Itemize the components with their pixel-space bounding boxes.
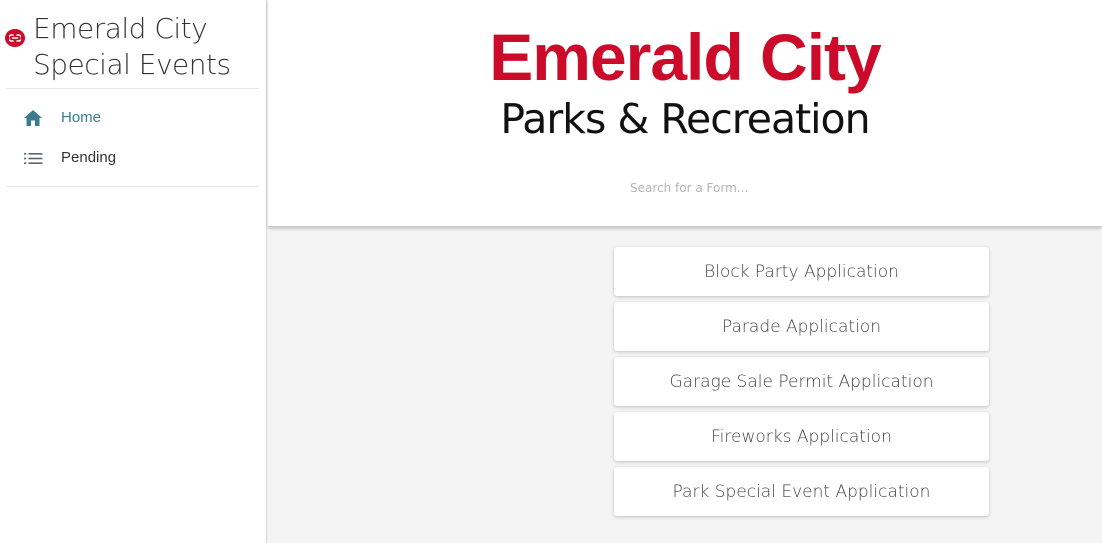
block-party-application-button[interactable]: Block Party Application bbox=[614, 247, 989, 296]
sidebar-item-label: Home bbox=[61, 109, 102, 126]
form-list: Block Party Application Parade Applicati… bbox=[614, 247, 989, 522]
sidebar-item-home[interactable]: Home bbox=[0, 98, 267, 138]
home-icon bbox=[23, 108, 43, 128]
sidebar-item-label: Pending bbox=[61, 149, 117, 166]
fireworks-application-button[interactable]: Fireworks Application bbox=[614, 412, 989, 461]
sidebar-divider bbox=[6, 186, 259, 187]
page-header: Emerald City Parks & Recreation bbox=[268, 0, 1102, 227]
parade-application-button[interactable]: Parade Application bbox=[614, 302, 989, 351]
sidebar: Emerald City Special Events Home Pending bbox=[0, 0, 267, 543]
app-title-line2: Special Events bbox=[33, 48, 231, 81]
garage-sale-permit-application-button[interactable]: Garage Sale Permit Application bbox=[614, 357, 989, 406]
sidebar-item-pending[interactable]: Pending bbox=[0, 138, 267, 178]
list-icon bbox=[23, 148, 43, 168]
app-title-line1: Emerald City bbox=[33, 12, 208, 45]
sidebar-brand: Emerald City Special Events bbox=[0, 0, 267, 88]
sidebar-divider bbox=[6, 88, 259, 89]
search-input[interactable] bbox=[630, 174, 990, 202]
header-logo-title: Emerald City bbox=[489, 20, 881, 94]
city-seal-icon bbox=[5, 29, 25, 47]
app-title: Emerald City Special Events bbox=[33, 11, 231, 83]
header-logo-subtitle: Parks & Recreation bbox=[500, 95, 870, 143]
park-special-event-application-button[interactable]: Park Special Event Application bbox=[614, 467, 989, 516]
